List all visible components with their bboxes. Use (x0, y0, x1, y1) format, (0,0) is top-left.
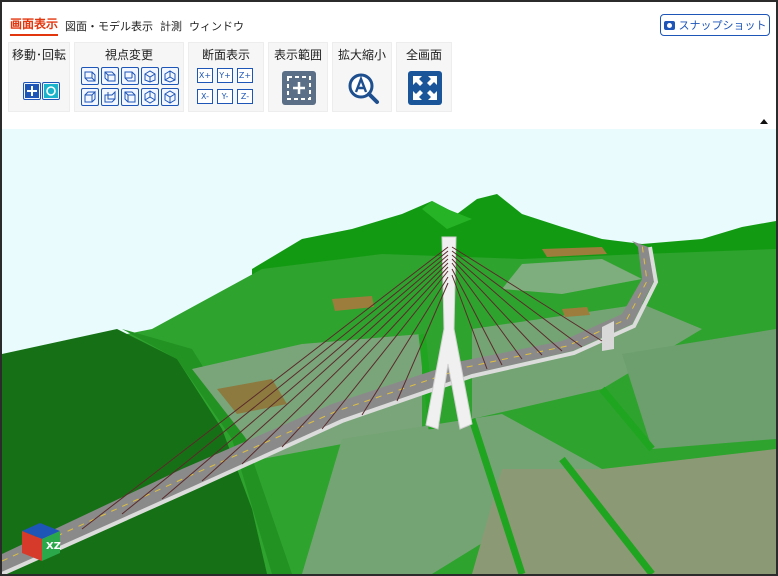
snapshot-label: スナップショット (678, 19, 767, 32)
display-range-title: 表示範囲 (273, 48, 322, 62)
view-iso-4-button[interactable] (161, 88, 179, 106)
orientation-gizmo[interactable]: XZ (20, 519, 64, 563)
move-icon (25, 84, 39, 98)
gizmo-label: XZ (46, 541, 61, 552)
menu-tabs: 画面表示 図面・モデル表示 計測 ウィンドウ (10, 16, 244, 36)
section-z-plus-button[interactable]: Z+ (237, 68, 253, 83)
view-bottom-right-button[interactable] (121, 88, 139, 106)
view-cube-icon (164, 70, 176, 83)
fullscreen-group: 全画面 (396, 42, 452, 112)
section-y-plus-button[interactable]: Y+ (217, 68, 233, 83)
viewpoint-group: 視点変更 (74, 42, 184, 112)
view-cube-icon (144, 90, 156, 104)
tab-drawing-model-display[interactable]: 図面・モデル表示 (65, 18, 153, 36)
fullscreen-title: 全画面 (405, 48, 442, 62)
view-top-left-button[interactable] (81, 67, 99, 85)
view-cube-icon (124, 71, 136, 82)
scene-canvas (2, 129, 776, 574)
view-top-right-button[interactable] (121, 67, 139, 85)
rotate-button[interactable] (42, 82, 60, 100)
rotate-icon (44, 84, 58, 98)
view-bottom-left-button[interactable] (81, 88, 99, 106)
fullscreen-icon (413, 76, 437, 100)
display-range-group: 表示範囲 (268, 42, 328, 112)
move-rotate-group: 移動･回転 (8, 42, 70, 112)
view-cube-icon (104, 71, 116, 82)
move-button[interactable] (23, 82, 41, 100)
move-rotate-title: 移動･回転 (11, 48, 66, 62)
app-window: 画面表示 図面・モデル表示 計測 ウィンドウ スナップショット 移動･回転 視点… (0, 0, 778, 576)
3d-viewport[interactable]: XZ (2, 129, 776, 574)
snapshot-button[interactable]: スナップショット (660, 14, 770, 36)
view-iso-2-button[interactable] (161, 67, 179, 85)
view-bottom-button[interactable] (101, 88, 119, 106)
view-cube-icon (124, 91, 136, 103)
section-title: 断面表示 (201, 48, 250, 62)
section-y-minus-button[interactable]: Y- (217, 89, 233, 104)
zoom-button[interactable] (346, 71, 380, 105)
view-cube-icon (164, 90, 176, 104)
tab-measurement[interactable]: 計測 (160, 18, 182, 36)
zoom-group: 拡大縮小 (332, 42, 392, 112)
view-iso-1-button[interactable] (141, 67, 159, 85)
collapse-arrow-icon[interactable] (760, 119, 768, 124)
tab-window[interactable]: ウィンドウ (189, 18, 244, 36)
display-range-button[interactable] (282, 71, 316, 105)
camera-icon (663, 20, 675, 30)
section-x-minus-button[interactable]: X- (197, 89, 213, 104)
viewpoint-title: 視点変更 (104, 48, 153, 62)
zoom-icon (348, 73, 379, 104)
tab-screen-display[interactable]: 画面表示 (10, 15, 59, 36)
view-iso-3-button[interactable] (141, 88, 159, 106)
section-x-plus-button[interactable]: X+ (197, 68, 213, 83)
fit-range-icon (287, 76, 311, 100)
fullscreen-button[interactable] (408, 71, 442, 105)
section-group: 断面表示 X+ Y+ Z+ X- Y- Z- (188, 42, 264, 112)
section-z-minus-button[interactable]: Z- (237, 89, 253, 104)
view-top-button[interactable] (101, 67, 119, 85)
view-cube-icon (144, 70, 156, 83)
view-cube-icon (104, 90, 116, 103)
view-cube-icon (84, 71, 96, 82)
zoom-title: 拡大縮小 (337, 48, 386, 62)
view-cube-icon (84, 90, 96, 103)
